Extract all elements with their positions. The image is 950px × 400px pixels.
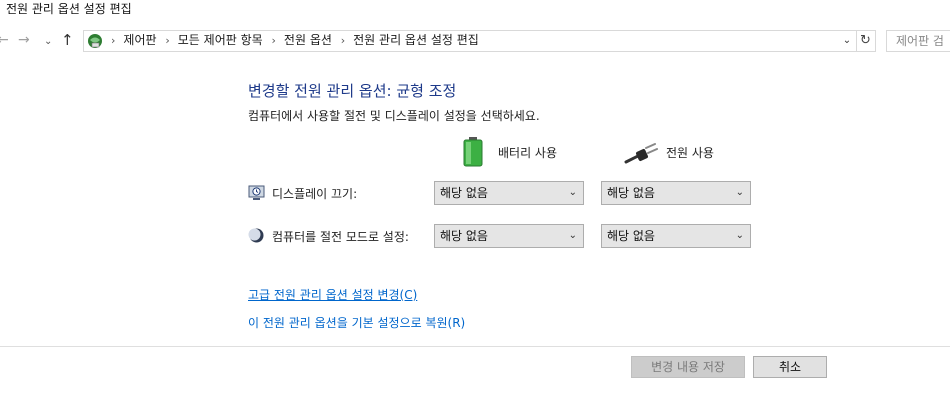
cancel-button[interactable]: 취소 [753,356,827,378]
page-description: 컴퓨터에서 사용할 절전 및 디스플레이 설정을 선택하세요. [248,109,540,123]
plugged-in-column-header: 전원 사용 [624,136,744,168]
address-bar[interactable]: › 제어판 › 모든 제어판 항목 › 전원 옵션 › 전원 관리 옵션 설정 편집 ⌄ [83,30,857,52]
breadcrumb-separator[interactable]: › [165,31,169,50]
search-input[interactable]: 제어판 검 [886,30,950,52]
display-off-battery-select[interactable]: 해당 없음 ⌄ [434,181,584,205]
breadcrumb-separator[interactable]: › [272,31,276,50]
sleep-battery-select[interactable]: 해당 없음 ⌄ [434,224,584,248]
select-value: 해당 없음 [440,229,488,243]
breadcrumb-item[interactable]: 전원 관리 옵션 설정 편집 [353,33,479,47]
window-title: 전원 관리 옵션 설정 편집 [6,2,132,16]
battery-column-header: 배터리 사용 [462,136,582,168]
battery-column-label: 배터리 사용 [498,146,558,160]
restore-defaults-link[interactable]: 이 전원 관리 옵션을 기본 설정으로 복원(R) [248,314,465,331]
chevron-down-icon: ⌄ [735,187,744,198]
sleep-setting: 컴퓨터를 절전 모드로 설정: 해당 없음 ⌄ 해당 없음 ⌄ [248,224,758,248]
advanced-settings-link[interactable]: 고급 전원 관리 옵션 설정 변경(C) [248,286,417,303]
page-title: 변경할 전원 관리 옵션: 균형 조정 [248,82,457,100]
recent-locations-button[interactable]: ⌄ [44,33,52,51]
breadcrumb-separator: › [111,34,116,47]
breadcrumb-item[interactable]: 전원 옵션 [284,33,332,47]
chevron-down-icon: ⌄ [568,187,577,198]
breadcrumb-item[interactable]: 제어판 [123,33,156,47]
plugged-in-column-label: 전원 사용 [666,146,714,160]
display-off-setting: 디스플레이 끄기: 해당 없음 ⌄ 해당 없음 ⌄ [248,181,758,205]
save-changes-button[interactable]: 변경 내용 저장 [631,356,745,378]
breadcrumb-item[interactable]: 모든 제어판 항목 [178,33,263,47]
footer-divider [0,346,950,347]
select-value: 해당 없음 [440,186,488,200]
back-button[interactable]: ← [0,31,9,49]
breadcrumb: › 제어판 › 모든 제어판 항목 › 전원 옵션 › 전원 관리 옵션 설정 편집 [106,31,479,51]
chevron-down-icon: ⌄ [735,230,744,241]
moon-icon [248,228,264,243]
chevron-down-icon: ⌄ [568,230,577,241]
forward-button[interactable]: → [18,31,30,49]
select-value: 해당 없음 [607,229,655,243]
control-panel-icon [88,34,102,48]
display-clock-icon [248,185,265,200]
display-off-plugged-select[interactable]: 해당 없음 ⌄ [601,181,751,205]
chevron-down-icon[interactable]: ⌄ [839,31,855,51]
select-value: 해당 없음 [607,186,655,200]
sleep-label: 컴퓨터를 절전 모드로 설정: [272,230,409,244]
battery-icon [463,137,483,167]
power-plug-icon [624,143,658,164]
breadcrumb-separator[interactable]: › [341,31,345,50]
up-button[interactable]: ↑ [61,31,74,49]
display-off-label: 디스플레이 끄기: [272,187,358,201]
navigation-bar: ← → ⌄ ↑ › 제어판 › 모든 제어판 항목 › 전원 옵션 › 전원 관리 옵션… [0,28,950,54]
refresh-button[interactable]: ↻ [856,30,876,52]
sleep-plugged-select[interactable]: 해당 없음 ⌄ [601,224,751,248]
